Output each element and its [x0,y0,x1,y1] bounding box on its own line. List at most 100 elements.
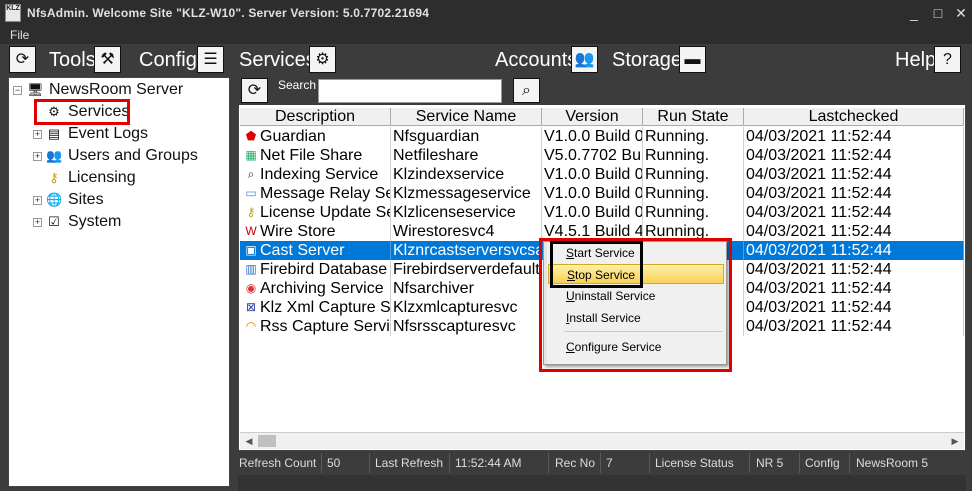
scrollbar-thumb[interactable] [258,435,276,447]
cell-description: Net File Share [240,146,391,165]
cell-checked: 04/03/2021 11:52:44 [744,260,964,279]
cell-description: License Update Se [240,203,391,222]
rec-no-label: Rec No [555,456,596,470]
cell-checked: 04/03/2021 11:52:44 [744,165,964,184]
column-header-run-state[interactable]: Run State [643,108,744,126]
tree-expand-system[interactable]: + [33,218,42,227]
last-refresh-value: 11:52:44 AM [455,456,522,470]
horizontal-scrollbar[interactable]: ◀ ▶ [240,432,964,449]
cell-state: Running. [643,165,744,184]
cell-service: Klzindexservice [391,165,542,184]
cell-checked: 04/03/2021 11:52:44 [744,241,964,260]
accounts-button[interactable]: 👥 [571,46,598,73]
cell-state: Running. [643,184,744,203]
refresh-count-label: Refresh Count [239,456,317,470]
search-icon: ⌕ [247,167,255,181]
table-row[interactable]: Indexing Service Klzindexservice V1.0.0 Bu… [240,165,964,184]
navigation-tree: − 🖥 NewsRoom Server ⚙ Services + ▤ Event… [8,77,230,487]
close-button[interactable]: ✕ [951,4,971,22]
xml-icon: ⊠ [245,300,257,314]
refresh-button[interactable]: ⟳ [9,46,36,73]
maximize-button[interactable]: □ [928,4,948,22]
tree-expand-event-logs[interactable]: + [33,130,42,139]
users-icon: 👥 [574,51,595,68]
cell-service: Nfsrsscapturesvc [391,317,542,336]
database-icon: ▥ [245,262,257,276]
table-row[interactable]: License Update Se Klzlicenseservice V1.0.0… [240,203,964,222]
status-divider [449,453,450,473]
archive-icon: ◉ [245,281,257,295]
toolbar: ⟳ Tools ⚒ Config ☰ Services ⚙ Accounts 👥… [0,44,972,76]
config-label[interactable]: Config [139,48,197,72]
search-input[interactable] [318,79,502,103]
cell-checked: 04/03/2021 11:52:44 [744,184,964,203]
license-status-label: License Status [655,456,734,470]
cell-service: Klzxmlcapturesvc [391,298,542,317]
cell-description: Rss Capture Servic [240,317,391,336]
cell-state: Running. [643,203,744,222]
list-refresh-button[interactable]: ⟳ [241,78,268,103]
services-button[interactable]: ⚙ [309,46,336,73]
cell-version: V1.0.0 Build 0 [544,127,643,146]
app-window: KLZ NfsAdmin. Welcome Site "KLZ-W10". Se… [0,0,972,491]
cell-description: Klz Xml Capture Se [240,298,391,317]
storage-label[interactable]: Storage [612,48,682,72]
refresh-icon: ⟳ [15,51,30,68]
tools-label[interactable]: Tools [49,48,96,72]
menu-file[interactable]: File [10,28,29,42]
cell-description: Firebird Database [240,260,391,279]
cell-service: Klzlicenseservice [391,203,542,222]
table-row[interactable]: Guardian Nfsguardian V1.0.0 Build 0 Running… [240,127,964,146]
cell-version: V5.0.7702 Bu [542,146,643,165]
tools-button[interactable]: ⚒ [94,46,121,73]
column-header-version[interactable]: Version [542,108,643,126]
tools-icon: ⚒ [100,51,115,68]
app-icon: KLZ [5,4,21,22]
status-divider [749,453,750,473]
column-header-service-name[interactable]: Service Name [391,108,542,126]
help-label[interactable]: Help [895,48,936,72]
minimize-button[interactable]: _ [904,4,924,22]
tree-expand-sites[interactable]: + [33,196,42,205]
accounts-label[interactable]: Accounts [495,48,577,72]
cell-description: Archiving Service [240,279,391,298]
tree-item-label: Users and Groups [68,147,198,164]
computer-icon: 🖥 [27,82,44,97]
services-label[interactable]: Services [239,48,316,72]
status-divider [649,453,650,473]
key-icon: ⚷ [246,205,256,219]
cell-service: Nfsarchiver [391,279,542,298]
tree-expand-users[interactable]: + [33,152,42,161]
storage-button[interactable]: ▬ [679,46,706,73]
config-button[interactable]: ☰ [197,46,224,73]
gear-icon: ⚙ [315,51,330,68]
cell-description: Cast Server [240,241,391,260]
cell-state: Running. [643,146,744,165]
search-button[interactable]: ⌕ [513,78,540,103]
column-header-description[interactable]: Description [240,108,391,126]
cell-service: Wirestoresvc4 [391,222,542,241]
table-row[interactable]: Net File Share Netfileshare V5.0.7702 Bu Ru… [240,146,964,165]
status-divider [600,453,601,473]
scroll-right-icon[interactable]: ▶ [947,434,963,449]
scroll-left-icon[interactable]: ◀ [241,434,257,449]
tree-collapse-root[interactable]: − [13,86,22,95]
status-bar: Refresh Count 50 Last Refresh 11:52:44 A… [238,451,966,475]
message-icon: ▭ [245,186,257,200]
cell-state: Running. [643,127,744,146]
help-icon: ? [943,51,952,68]
menu-bar: File [0,26,972,44]
cell-checked: 04/03/2021 11:52:44 [744,203,964,222]
cell-version: V1.0.0 Build 0 [544,184,643,203]
column-header-lastchecked[interactable]: Lastchecked [744,108,964,126]
cell-service: Klzmessageservice [391,184,542,203]
help-button[interactable]: ? [934,46,961,73]
bottom-strip [238,475,966,491]
status-divider [369,453,370,473]
cell-checked: 04/03/2021 11:52:44 [744,146,964,165]
tree-item-label: Licensing [68,169,136,186]
cell-description: Guardian [240,127,391,146]
table-row[interactable]: Message Relay Ser Klzmessageservice V1.0.0… [240,184,964,203]
cell-description: Message Relay Ser [240,184,391,203]
last-refresh-label: Last Refresh [375,456,444,470]
